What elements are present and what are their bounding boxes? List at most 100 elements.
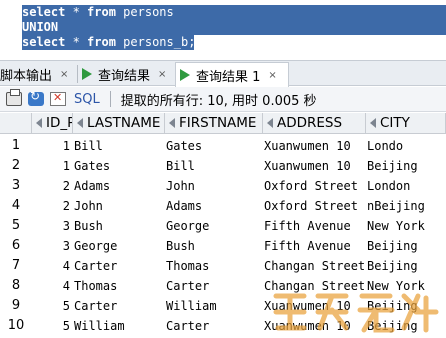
cell-id-p[interactable]: 5 (32, 316, 72, 336)
cell-firstname[interactable]: Adams (165, 196, 261, 216)
play-icon (180, 69, 190, 81)
cell-address[interactable]: Xuanwumen 10 (263, 316, 367, 336)
cell-firstname[interactable]: Carter (165, 316, 261, 336)
cell-city[interactable]: New York (366, 276, 446, 296)
tab-query-result-1[interactable]: 查询结果 1 × (175, 62, 289, 87)
table-row[interactable]: 5 3 Bush George Fifth Avenue New York (0, 216, 446, 236)
cell-firstname[interactable]: Thomas (165, 256, 261, 276)
sort-arrow-icon[interactable] (77, 118, 83, 128)
close-icon[interactable]: × (158, 69, 166, 80)
editor-line-2: UNION (22, 20, 446, 35)
cell-firstname[interactable]: George (165, 216, 261, 236)
cell-city[interactable]: nBeijing (366, 196, 446, 216)
cell-address[interactable]: Changan Street (263, 256, 367, 276)
cell-id-p[interactable]: 2 (32, 176, 72, 196)
cell-id-p[interactable]: 4 (32, 276, 72, 296)
row-number: 4 (11, 198, 21, 213)
cell-city[interactable]: Beijing (366, 316, 446, 336)
result-tab-bar: 脚本输出 × 查询结果 × 查询结果 1 × (0, 60, 446, 87)
cell-address[interactable]: Oxford Street (263, 176, 367, 196)
cell-lastname[interactable]: John (73, 196, 163, 216)
play-icon (82, 68, 92, 80)
cell-city[interactable]: Beijing (366, 236, 446, 256)
sort-arrow-icon[interactable] (36, 118, 42, 128)
cell-firstname[interactable]: Gates (165, 136, 261, 156)
cell-address[interactable]: Xuanwumen 10 (263, 156, 367, 176)
cell-address[interactable]: Changan Street (263, 276, 367, 296)
cell-id-p[interactable]: 1 (32, 136, 72, 156)
cell-id-p[interactable]: 3 (32, 236, 72, 256)
row-number: 5 (11, 218, 21, 233)
cell-lastname[interactable]: Bush (73, 216, 163, 236)
tab-query-result[interactable]: 查询结果 × (78, 63, 176, 85)
editor-line-1: select * from persons (22, 5, 446, 20)
cell-firstname[interactable]: Bush (165, 236, 261, 256)
table-row[interactable]: 9 5 Carter William Xuanwumen 10 Beijing (0, 296, 446, 316)
cell-lastname[interactable]: Adams (73, 176, 163, 196)
close-icon[interactable]: × (60, 69, 68, 80)
cell-firstname[interactable]: Carter (165, 276, 261, 296)
cell-address[interactable]: Fifth Avenue (263, 236, 367, 256)
column-header-firstname[interactable]: FIRSTNAME (165, 113, 263, 134)
table-row[interactable]: 3 2 Adams John Oxford Street London (0, 176, 446, 196)
cell-lastname[interactable]: Thomas (73, 276, 163, 296)
row-number: 6 (11, 238, 21, 253)
table-row[interactable]: 8 4 Thomas Carter Changan Street New Yor… (0, 276, 446, 296)
close-icon[interactable]: × (268, 70, 276, 81)
table-row[interactable]: 6 3 George Bush Fifth Avenue Beijing (0, 236, 446, 256)
cell-id-p[interactable]: 3 (32, 216, 72, 236)
cancel-icon[interactable] (50, 91, 66, 106)
cell-id-p[interactable]: 1 (32, 156, 72, 176)
cell-id-p[interactable]: 5 (32, 296, 72, 316)
cell-id-p[interactable]: 4 (32, 256, 72, 276)
cell-lastname[interactable]: Gates (73, 156, 163, 176)
column-header-id-p[interactable]: ID_P (32, 113, 73, 134)
cell-firstname[interactable]: William (165, 296, 261, 316)
cell-address[interactable]: Xuanwumen 10 (263, 136, 367, 156)
column-header-lastname[interactable]: LASTNAME (73, 113, 165, 134)
cell-lastname[interactable]: Carter (73, 296, 163, 316)
table-row[interactable]: 1 1 Bill Gates Xuanwumen 10 Londo (0, 136, 446, 156)
column-header-address[interactable]: ADDRESS (263, 113, 366, 134)
cell-address[interactable]: Fifth Avenue (263, 216, 367, 236)
cell-lastname[interactable]: Bill (73, 136, 163, 156)
row-number: 1 (11, 138, 21, 153)
result-toolbar: SQL 提取的所有行: 10, 用时 0.005 秒 (0, 87, 446, 112)
cell-city[interactable]: Beijing (366, 156, 446, 176)
refresh-icon[interactable] (28, 89, 44, 106)
sql-editor[interactable]: select * from persons UNION select * fro… (0, 0, 446, 56)
cell-address[interactable]: Oxford Street (263, 196, 367, 216)
row-number-header (0, 113, 32, 134)
cell-city[interactable]: New York (366, 216, 446, 236)
cell-city[interactable]: London (366, 176, 446, 196)
row-number: 8 (11, 278, 21, 293)
cell-lastname[interactable]: William (73, 316, 163, 336)
cell-lastname[interactable]: George (73, 236, 163, 256)
row-number: 2 (11, 158, 21, 173)
table-row[interactable]: 4 2 John Adams Oxford Street nBeijing (0, 196, 446, 216)
sort-arrow-icon[interactable] (370, 118, 376, 128)
row-number: 9 (11, 298, 21, 313)
table-row[interactable]: 2 1 Gates Bill Xuanwumen 10 Beijing (0, 156, 446, 176)
cell-firstname[interactable]: John (165, 176, 261, 196)
cell-id-p[interactable]: 2 (32, 196, 72, 216)
printer-icon[interactable] (6, 89, 22, 106)
fetch-status: 提取的所有行: 10, 用时 0.005 秒 (120, 93, 317, 109)
cell-address[interactable]: Xuanwumen 10 (263, 296, 367, 316)
cell-city[interactable]: Londo (366, 136, 446, 156)
row-number: 3 (11, 178, 21, 193)
cell-city[interactable]: Beijing (366, 256, 446, 276)
cell-city[interactable]: Beijing (366, 296, 446, 316)
table-row[interactable]: 10 5 William Carter Xuanwumen 10 Beijing (0, 316, 446, 336)
sort-arrow-icon[interactable] (169, 118, 175, 128)
column-header-city[interactable]: CITY (366, 113, 446, 134)
row-number: 10 (7, 318, 25, 333)
cell-firstname[interactable]: Bill (165, 156, 261, 176)
sort-arrow-icon[interactable] (267, 118, 273, 128)
table-row[interactable]: 7 4 Carter Thomas Changan Street Beijing (0, 256, 446, 276)
row-number: 7 (11, 258, 21, 273)
editor-line-3: select * from persons_b; (22, 35, 196, 50)
tab-script-output[interactable]: 脚本输出 × (0, 63, 78, 85)
sql-button[interactable]: SQL (74, 92, 100, 107)
cell-lastname[interactable]: Carter (73, 256, 163, 276)
